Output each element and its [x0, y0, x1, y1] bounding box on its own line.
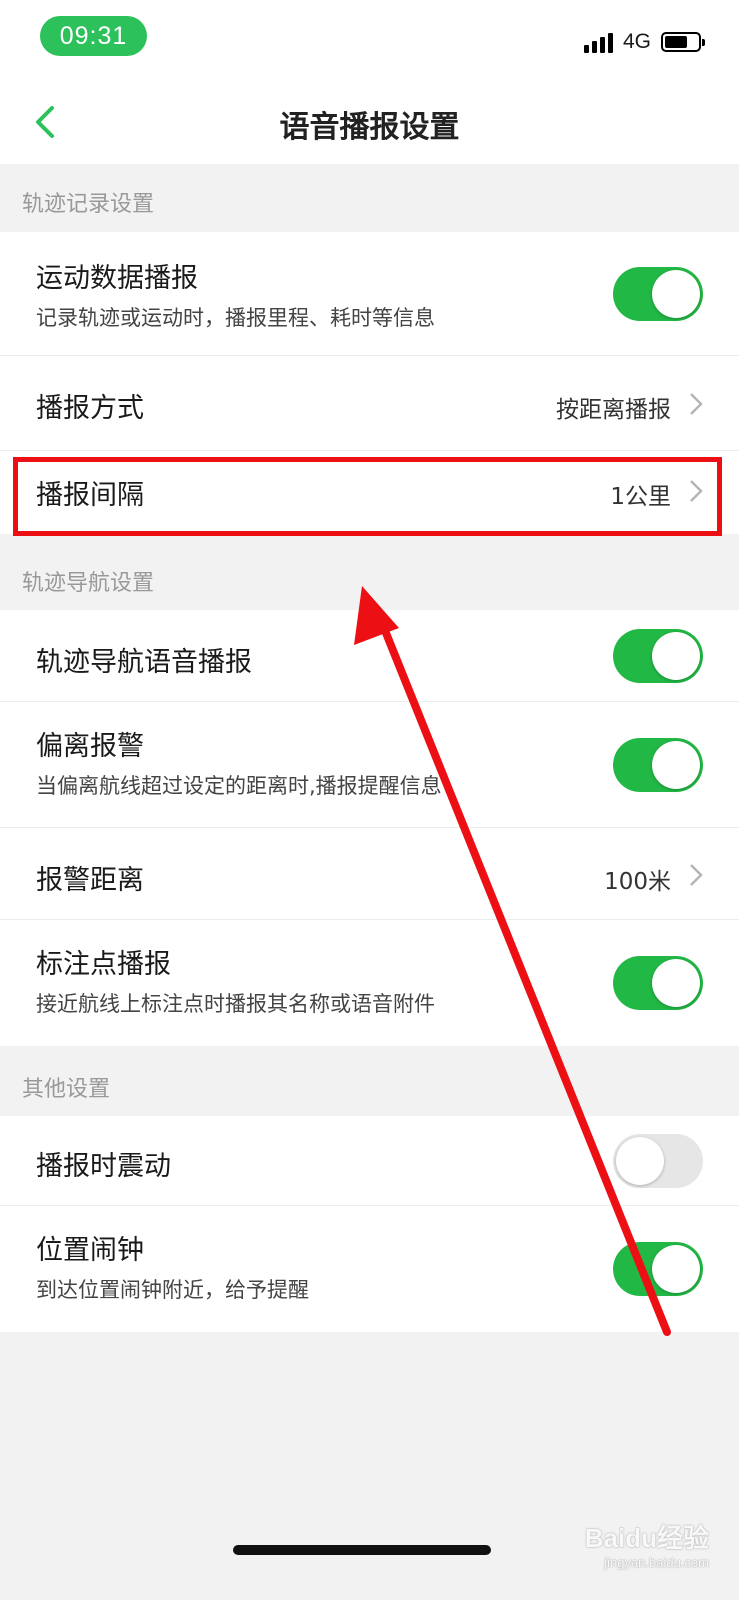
row-broadcast-mode[interactable]: 播报方式 按距离播报: [0, 356, 739, 451]
row-title: 标注点播报: [36, 949, 171, 980]
row-value: 按距离播报: [556, 397, 671, 423]
row-title: 运动数据播报: [36, 263, 198, 294]
baidu-watermark: Baidu经验 jingyan.baidu.com: [585, 1518, 709, 1570]
row-title: 位置闹钟: [36, 1235, 144, 1266]
row-subtitle: 记录轨迹或运动时，播报里程、耗时等信息: [36, 306, 435, 330]
network-type: 4G: [622, 30, 651, 53]
nav-bar: 语音播报设置: [0, 80, 739, 164]
signal-icon: [583, 31, 613, 53]
location-alarm-toggle[interactable]: [613, 1242, 703, 1296]
row-vibrate-on-broadcast: 播报时震动: [0, 1116, 739, 1206]
status-indicators: 4G: [583, 28, 705, 56]
highlight-box: [13, 457, 722, 536]
row-value: 100米: [604, 869, 671, 895]
row-title: 偏离报警: [36, 731, 144, 762]
row-subtitle: 当偏离航线超过设定的距离时,播报提醒信息: [36, 774, 442, 798]
status-bar: 09:31 4G: [0, 0, 739, 80]
group-track-navigation: 轨迹导航语音播报 偏离报警 当偏离航线超过设定的距离时,播报提醒信息 报警距离 …: [0, 610, 739, 1046]
section-header-track-navigation: 轨迹导航设置: [0, 534, 739, 610]
row-subtitle: 到达位置闹钟附近，给予提醒: [36, 1278, 309, 1302]
row-title: 播报方式: [36, 393, 144, 424]
row-title: 报警距离: [36, 865, 144, 896]
row-title: 播报时震动: [36, 1151, 171, 1182]
row-alarm-distance[interactable]: 报警距离 100米: [0, 828, 739, 920]
row-sport-data-broadcast: 运动数据播报 记录轨迹或运动时，播报里程、耗时等信息: [0, 232, 739, 356]
vibrate-toggle[interactable]: [613, 1134, 703, 1188]
chevron-right-icon: [690, 864, 703, 886]
group-other: 播报时震动 位置闹钟 到达位置闹钟附近，给予提醒: [0, 1116, 739, 1332]
watermark-brand: Baidu经验: [584, 1523, 709, 1553]
home-indicator: [233, 1545, 491, 1555]
chevron-right-icon: [690, 393, 703, 415]
status-time: 09:31: [40, 16, 147, 56]
watermark-url: jingyan.baidu.com: [604, 1555, 709, 1570]
row-location-alarm: 位置闹钟 到达位置闹钟附近，给予提醒: [0, 1206, 739, 1332]
row-track-nav-voice: 轨迹导航语音播报: [0, 610, 739, 702]
section-header-other: 其他设置: [0, 1046, 739, 1116]
row-deviation-alarm: 偏离报警 当偏离航线超过设定的距离时,播报提醒信息: [0, 702, 739, 828]
deviation-alarm-toggle[interactable]: [613, 738, 703, 792]
marker-broadcast-toggle[interactable]: [613, 956, 703, 1010]
page-title: 语音播报设置: [279, 110, 460, 145]
track-nav-voice-toggle[interactable]: [613, 629, 703, 683]
sport-data-broadcast-toggle[interactable]: [613, 267, 703, 321]
battery-icon: [661, 32, 705, 52]
row-subtitle: 接近航线上标注点时播报其名称或语音附件: [36, 992, 435, 1016]
row-title: 轨迹导航语音播报: [36, 647, 252, 678]
row-marker-broadcast: 标注点播报 接近航线上标注点时播报其名称或语音附件: [0, 920, 739, 1046]
section-header-track-record: 轨迹记录设置: [0, 164, 739, 232]
